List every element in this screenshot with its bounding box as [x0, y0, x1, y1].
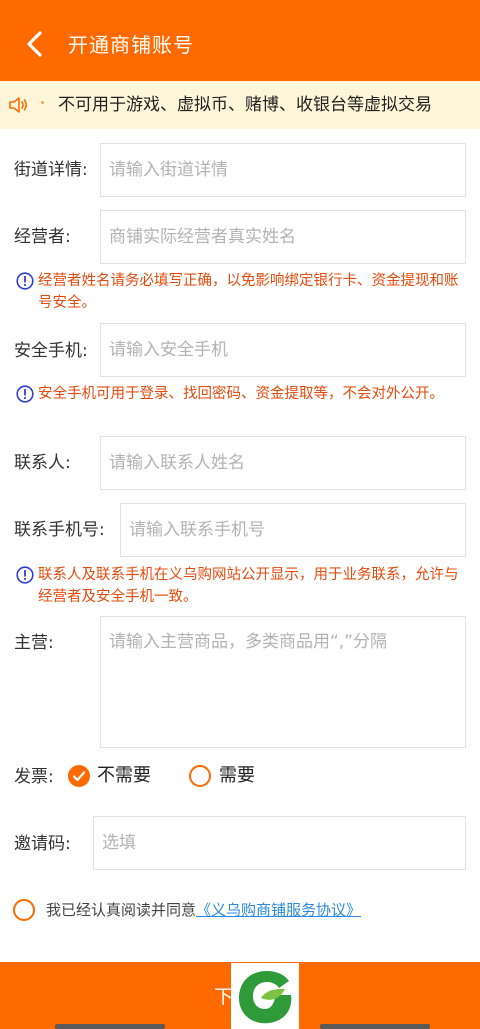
leaf-logo-icon	[239, 971, 292, 1024]
notice-dot	[41, 101, 44, 104]
contact-label: 联系人:	[14, 453, 71, 473]
street-input[interactable]	[100, 143, 466, 197]
page-title: 开通商铺账号	[68, 33, 194, 57]
back-arrow-icon[interactable]	[22, 30, 50, 58]
invoice-label: 发票:	[14, 767, 54, 787]
app-logo	[231, 963, 299, 1029]
info-icon	[16, 272, 34, 290]
notice-bar: 不可用于游戏、虚拟币、赌博、收银台等虚拟交易	[0, 81, 480, 129]
safe-phone-input[interactable]	[100, 323, 466, 377]
agreement-prefix: 我已经认真阅读并同意	[46, 901, 197, 919]
operator-input[interactable]	[100, 210, 466, 264]
invoice-yes-label[interactable]: 需要	[219, 763, 255, 789]
system-nav-bar-left	[55, 1024, 165, 1029]
agreement-text: 我已经认真阅读并同意《义乌购商铺服务协议》	[46, 898, 361, 922]
main-business-label: 主营:	[14, 633, 54, 653]
safe-phone-tip-text: 安全手机可用于登录、找回密码、资金提取等，不会对外公开。	[38, 386, 444, 402]
contact-input[interactable]	[100, 436, 466, 490]
invoice-yes-radio[interactable]	[189, 765, 211, 787]
checkmark-icon	[72, 771, 86, 782]
contact-tip: 联系人及联系手机在义乌购网站公开显示，用于业务联系，允许与经营者及安全手机一致。	[16, 564, 468, 608]
main-business-textarea[interactable]	[100, 616, 466, 748]
safe-phone-label: 安全手机:	[14, 341, 88, 361]
invite-code-label: 邀请码:	[14, 834, 71, 854]
operator-tip-text: 经营者姓名请务必填写正确，以免影响绑定银行卡、资金提现和账号安全。	[38, 273, 459, 311]
invoice-no-radio[interactable]	[68, 765, 90, 787]
contact-phone-input[interactable]	[120, 503, 466, 557]
safe-phone-tip: 安全手机可用于登录、找回密码、资金提取等，不会对外公开。	[16, 383, 468, 427]
info-icon	[16, 385, 34, 403]
contact-phone-label: 联系手机号:	[14, 520, 105, 540]
contact-tip-text: 联系人及联系手机在义乌购网站公开显示，用于业务联系，允许与经营者及安全手机一致。	[38, 567, 459, 605]
operator-label: 经营者:	[14, 227, 71, 247]
system-nav-bar-right	[320, 1024, 430, 1029]
app-header: 开通商铺账号	[0, 0, 480, 90]
agreement-link[interactable]: 《义乌购商铺服务协议》	[196, 901, 361, 919]
speaker-icon	[9, 97, 28, 113]
notice-text: 不可用于游戏、虚拟币、赌博、收银台等虚拟交易	[58, 95, 432, 115]
agreement-checkbox[interactable]	[13, 899, 35, 921]
invoice-no-label[interactable]: 不需要	[97, 763, 151, 789]
street-label: 街道详情:	[14, 160, 88, 180]
info-icon	[16, 566, 34, 584]
invite-code-input[interactable]	[93, 816, 466, 870]
operator-tip: 经营者姓名请务必填写正确，以免影响绑定银行卡、资金提现和账号安全。	[16, 270, 468, 314]
